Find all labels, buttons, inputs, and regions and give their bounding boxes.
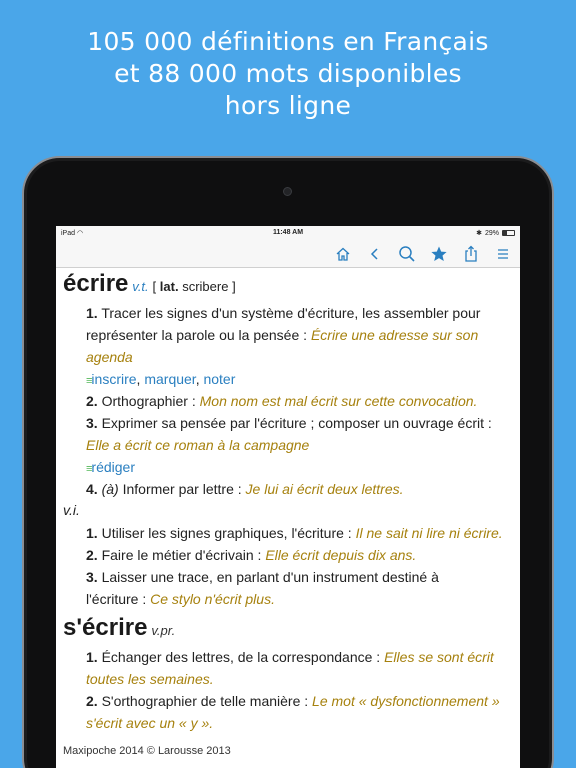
headline-line-2: et 88 000 mots disponibles <box>114 59 462 88</box>
sense-line: agenda <box>86 348 133 366</box>
example: Elle écrit depuis dix ans. <box>265 547 417 563</box>
bluetooth-icon: ✱ <box>476 230 482 237</box>
sense-line: 2. S'orthographier de telle manière : Le… <box>86 693 500 709</box>
sense-line: 2. Faire le métier d'écrivain : Elle écr… <box>86 547 417 563</box>
star-icon[interactable] <box>428 244 450 264</box>
synonym-link[interactable]: noter <box>203 371 235 387</box>
headline-line-3: hors ligne <box>224 91 352 120</box>
example: Mon nom est mal écrit sur cette convocat… <box>199 393 478 409</box>
copyright-footer: Maxipoche 2014 © Larousse 2013 <box>63 745 231 757</box>
menu-icon[interactable] <box>492 244 514 264</box>
example: toutes les semaines. <box>86 671 214 687</box>
sense-line: 1. Échanger des lettres, de la correspon… <box>86 649 494 665</box>
sense-line: représenter la parole ou la pensée : Écr… <box>86 327 479 343</box>
synonyms-line: ≡inscrire, marquer, noter <box>86 371 236 387</box>
app-screen: iPad ◠ 11:48 AM ✱ 29% écrire v.t. [lat.… <box>56 226 520 768</box>
grammar-tag: v.pr. <box>151 623 176 638</box>
status-right: ✱ 29% <box>476 229 515 237</box>
sense-line: toutes les semaines. <box>86 670 214 688</box>
sense-line: 3. Exprimer sa pensée par l'écriture ; c… <box>86 415 492 431</box>
sense-line: Elle a écrit ce roman à la campagne <box>86 436 309 454</box>
sense-line: 1. Tracer les signes d'un système d'écri… <box>86 305 481 321</box>
example: Il ne sait ni lire ni écrire. <box>355 525 503 541</box>
home-icon[interactable] <box>332 244 354 264</box>
example: Elles se sont écrit <box>384 649 494 665</box>
share-icon[interactable] <box>460 244 482 264</box>
clock: 11:48 AM <box>272 229 304 236</box>
grammar-tag-vi: v.i. <box>63 502 80 518</box>
headword: écrire <box>63 270 129 297</box>
camera-icon <box>283 187 292 196</box>
entry-header: s'écrire v.pr. <box>63 614 175 642</box>
example: Je lui ai écrit deux lettres. <box>245 481 404 497</box>
sense-line: 2. Orthographier : Mon nom est mal écrit… <box>86 393 478 409</box>
grammar-tag: v.t. <box>132 279 149 294</box>
sense-line: l'écriture : Ce stylo n'écrit plus. <box>86 591 275 607</box>
entry-header: écrire v.t. [ lat. scribere ] <box>63 270 236 298</box>
status-bar: iPad ◠ 11:48 AM ✱ 29% <box>56 226 520 240</box>
synonyms-line: ≡rédiger <box>86 458 135 478</box>
battery-icon <box>502 230 515 236</box>
example: Le mot « dysfonctionnement » <box>312 693 500 709</box>
sense-line: 4. (à) Informer par lettre : Je lui ai é… <box>86 481 404 497</box>
synonym-link[interactable]: rédiger <box>91 459 135 475</box>
definition-content: écrire v.t. [ lat. scribere ] 1. Tracer … <box>56 268 520 768</box>
sense-line: s'écrit avec un « y ». <box>86 714 213 732</box>
example: s'écrit avec un « y ». <box>86 715 214 731</box>
example: Elle a écrit ce roman à la campagne <box>86 437 310 453</box>
sense-line: 1. Utiliser les signes graphiques, l'écr… <box>86 525 503 541</box>
example: agenda <box>86 349 133 365</box>
search-icon[interactable] <box>396 244 418 264</box>
battery-percent: 29% <box>484 229 499 237</box>
synonym-link[interactable]: inscrire <box>91 371 136 387</box>
back-icon[interactable] <box>364 244 386 264</box>
headline-line-1: 105 000 définitions en Français <box>87 27 489 56</box>
ipad-frame: iPad ◠ 11:48 AM ✱ 29% écrire v.t. [lat.… <box>22 156 554 768</box>
synonym-link[interactable]: marquer <box>144 371 195 387</box>
example: Ce stylo n'écrit plus. <box>150 591 275 607</box>
toolbar <box>56 240 520 268</box>
etymology: [ lat. scribere ] <box>152 279 236 294</box>
example: Écrire une adresse sur son <box>310 327 479 343</box>
sense-line: 3. Laisser une trace, en parlant d'un in… <box>86 569 439 585</box>
headword: s'écrire <box>63 614 148 641</box>
promo-headline: 105 000 définitions en Français et 88 00… <box>0 26 576 122</box>
